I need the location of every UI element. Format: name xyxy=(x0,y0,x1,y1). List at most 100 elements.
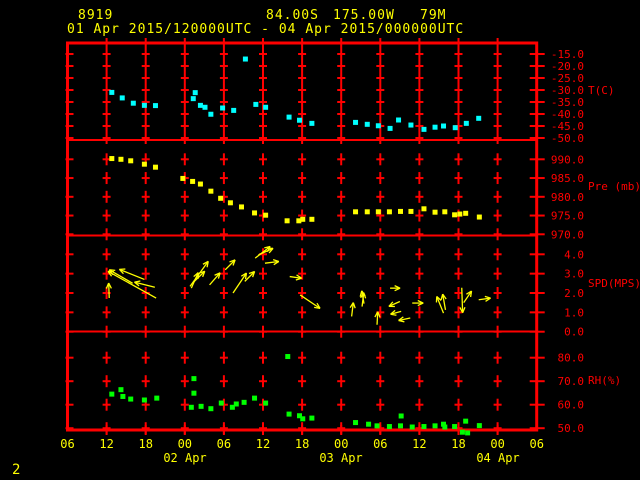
data-point xyxy=(252,395,258,401)
data-point xyxy=(208,406,214,412)
data-point xyxy=(119,95,125,101)
data-point xyxy=(120,393,126,399)
wind-arrow xyxy=(478,295,491,302)
wind-arrow xyxy=(388,300,401,308)
data-point xyxy=(432,209,438,215)
wind-arrow xyxy=(192,270,206,283)
data-point xyxy=(442,424,448,430)
data-point xyxy=(190,96,196,102)
data-point xyxy=(300,216,306,222)
date-label-03apr: 03 Apr xyxy=(319,451,363,465)
data-point xyxy=(233,401,239,407)
wind-arrow xyxy=(412,299,424,307)
rh-points xyxy=(109,354,482,436)
rh-unit-label: RH(%) xyxy=(588,374,622,387)
data-point xyxy=(197,102,203,108)
wind-arrow xyxy=(232,272,248,294)
data-point xyxy=(141,161,147,167)
hour-label: 00 xyxy=(178,437,192,451)
data-point xyxy=(128,158,134,164)
meteogram-chart: -15.0-20.0-25.0-30.0-35.0-40.0-45.0-50.0… xyxy=(60,38,585,451)
data-point xyxy=(386,424,392,430)
data-point xyxy=(241,399,247,405)
data-point xyxy=(309,415,315,421)
data-point xyxy=(476,214,482,220)
wind-arrow-head xyxy=(398,319,405,323)
wind-arrow-head xyxy=(134,280,141,283)
data-point xyxy=(421,126,427,132)
wind-arrow-head xyxy=(314,306,321,309)
data-point xyxy=(300,416,306,422)
data-point xyxy=(463,120,469,126)
wind-arrow xyxy=(390,309,402,316)
wind-speed-unit-label: SPD(MPS) xyxy=(588,277,640,290)
data-point xyxy=(309,120,315,126)
hour-label: 00 xyxy=(490,437,504,451)
wind-arrow xyxy=(463,290,473,304)
data-point xyxy=(218,195,224,201)
data-point xyxy=(409,424,415,430)
page-number: 2 xyxy=(12,462,21,478)
data-point xyxy=(154,395,160,401)
hour-label: 06 xyxy=(373,437,387,451)
data-point xyxy=(432,423,438,429)
wind-arrow-head xyxy=(352,302,356,309)
wind-arrow xyxy=(435,295,445,314)
data-point xyxy=(109,156,115,162)
hour-label: 00 xyxy=(334,437,348,451)
wind-arrow xyxy=(264,259,280,266)
data-point xyxy=(387,125,393,131)
data-point xyxy=(118,387,124,393)
ytick-label: 4.0 xyxy=(564,248,584,261)
data-point xyxy=(432,124,438,130)
data-point xyxy=(197,181,203,187)
data-point xyxy=(476,115,482,121)
meteogram-screen: 8919 84.00S 175.00W 79M 01 Apr 2015/1200… xyxy=(0,0,640,480)
wind-arrow-head xyxy=(109,269,116,271)
data-point xyxy=(238,204,244,210)
data-point xyxy=(141,397,147,403)
data-point xyxy=(188,404,194,410)
wind-arrow-head xyxy=(440,293,444,301)
ytick-label: 975.0 xyxy=(551,210,584,223)
data-point xyxy=(364,121,370,127)
wind-arrow-shaft xyxy=(189,260,209,287)
data-point xyxy=(457,211,463,217)
data-point xyxy=(128,396,134,402)
data-point xyxy=(220,105,226,111)
wind-arrow-head xyxy=(244,273,248,280)
wind-arrow-shaft xyxy=(461,287,464,313)
data-point xyxy=(459,429,465,435)
pressure-unit-label: Pre (mb) xyxy=(588,180,640,193)
data-point xyxy=(375,209,381,215)
data-point xyxy=(452,125,458,131)
wind-arrow-shaft xyxy=(107,270,157,299)
wind-arrow-shaft xyxy=(232,272,247,294)
ytick-label: 3.0 xyxy=(564,268,584,281)
data-point xyxy=(253,101,259,107)
wind-arrow xyxy=(299,294,321,309)
data-point xyxy=(353,119,359,125)
data-point xyxy=(198,403,204,409)
data-point xyxy=(452,424,458,430)
wind-arrow-head xyxy=(295,277,302,281)
temperature-points xyxy=(109,56,482,132)
temperature-unit-label: T(C) xyxy=(588,84,615,97)
hour-label: 12 xyxy=(99,437,113,451)
data-point xyxy=(118,156,124,162)
hour-label: 12 xyxy=(256,437,270,451)
data-point xyxy=(152,103,158,109)
data-point xyxy=(208,111,214,117)
ytick-label: 50.0 xyxy=(558,422,585,435)
ytick-label: 990.0 xyxy=(551,153,584,166)
data-point xyxy=(386,209,392,215)
data-point xyxy=(284,218,290,224)
wind-arrow xyxy=(209,272,221,286)
wind-arrow xyxy=(107,270,157,299)
data-point xyxy=(109,89,115,95)
hour-label: 06 xyxy=(529,437,543,451)
data-point xyxy=(286,114,292,120)
data-point xyxy=(263,104,269,110)
data-point xyxy=(366,421,372,427)
ytick-label: 970.0 xyxy=(551,228,584,241)
